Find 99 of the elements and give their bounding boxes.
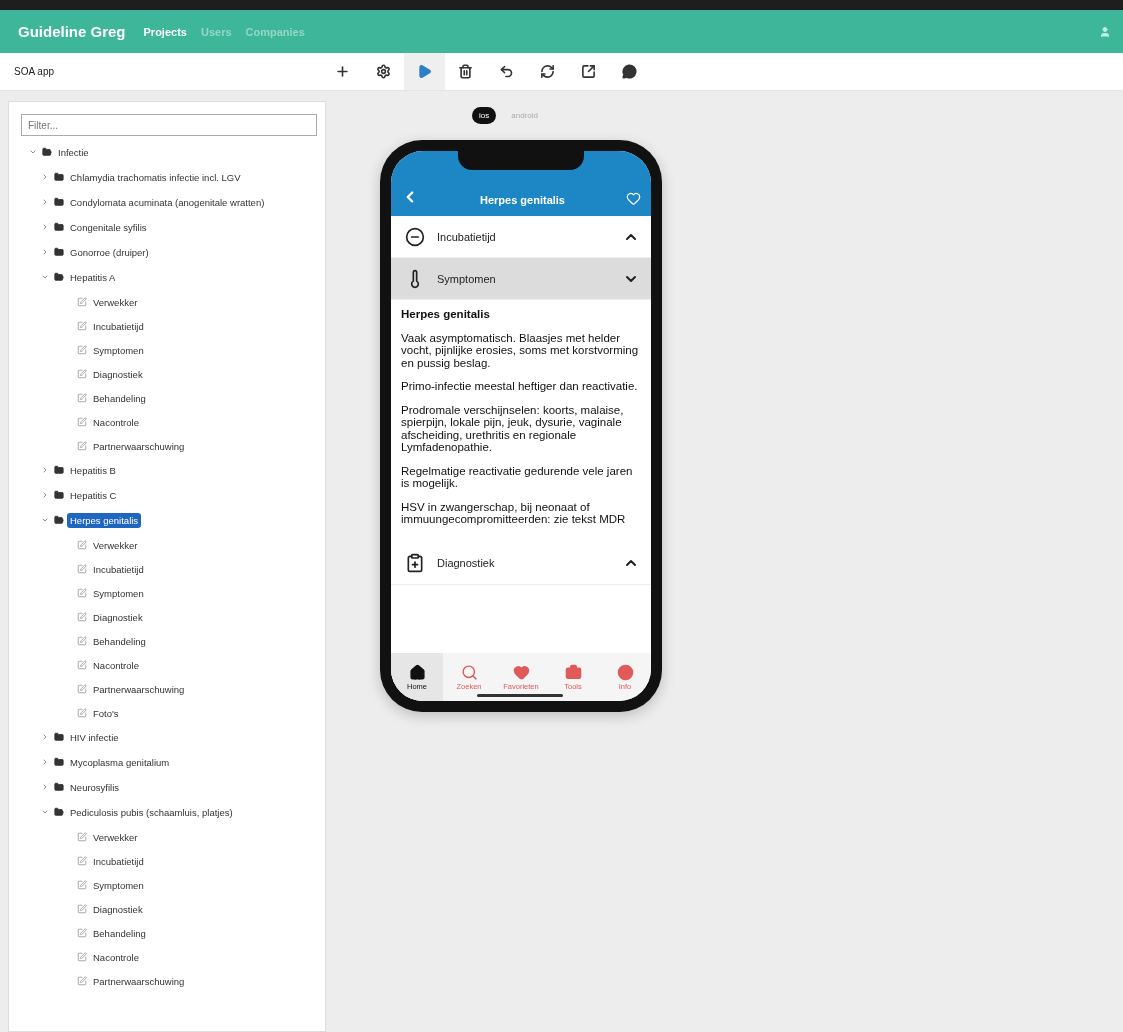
file-icon bbox=[77, 832, 87, 842]
file-icon bbox=[77, 345, 87, 355]
platform-tab[interactable]: ios bbox=[472, 107, 497, 124]
tree-item[interactable]: Behandeling bbox=[90, 634, 149, 649]
add-icon bbox=[335, 64, 350, 79]
file-icon bbox=[77, 393, 87, 403]
file-icon bbox=[77, 297, 87, 307]
project-title: SOA app bbox=[13, 66, 56, 77]
folder-icon bbox=[54, 197, 64, 207]
file-icon bbox=[77, 952, 87, 962]
tree-item[interactable]: Nacontrole bbox=[90, 658, 142, 673]
tree-item[interactable]: Behandeling bbox=[90, 391, 149, 406]
tree-item[interactable]: Behandeling bbox=[90, 926, 149, 941]
heart-icon bbox=[512, 663, 530, 681]
tree-item[interactable]: Incubatietijd bbox=[90, 319, 147, 334]
file-icon bbox=[77, 417, 87, 427]
folder-icon bbox=[54, 272, 64, 282]
file-icon bbox=[77, 636, 87, 646]
info-icon bbox=[616, 663, 634, 681]
tree-item[interactable]: Herpes genitalis bbox=[67, 513, 142, 528]
play-button[interactable] bbox=[404, 53, 445, 90]
user-icon[interactable] bbox=[1099, 25, 1111, 38]
file-icon bbox=[77, 976, 87, 986]
tree-item[interactable]: Neurosyfilis bbox=[67, 780, 123, 795]
tree-item[interactable]: Incubatietijd bbox=[90, 562, 147, 577]
screen-title: Herpes genitalis bbox=[479, 194, 566, 206]
clipboard-icon bbox=[405, 553, 425, 573]
tree-item[interactable]: Symptomen bbox=[90, 343, 147, 358]
content-paragraph: Prodromale verschijnselen: koorts, malaise, spierpijn, lokale pijn, jeuk, dysurie, vaginale afscheiding, urethritis en regionale Lymfadenopathie. bbox=[401, 403, 625, 454]
file-icon bbox=[77, 612, 87, 622]
undo-icon bbox=[499, 64, 514, 79]
tree-item[interactable]: Partnerwaarschuwing bbox=[90, 682, 188, 697]
folder-icon bbox=[54, 222, 64, 232]
tree-item[interactable]: Chlamydia trachomatis infectie incl. LGV bbox=[67, 170, 244, 185]
tree-item[interactable]: Verwekker bbox=[90, 830, 141, 845]
tree-item[interactable]: Diagnostiek bbox=[90, 902, 146, 917]
tree-item[interactable]: Pediculosis pubis (schaamluis, platjes) bbox=[67, 805, 236, 820]
folder-icon bbox=[54, 490, 64, 500]
file-icon bbox=[77, 540, 87, 550]
accordion-header[interactable]: Symptomen bbox=[391, 258, 651, 300]
play-icon bbox=[417, 64, 432, 79]
content-heading: Herpes genitalis bbox=[401, 308, 491, 321]
briefcase-icon bbox=[564, 663, 582, 681]
file-icon bbox=[77, 708, 87, 718]
file-icon bbox=[77, 880, 87, 890]
tree-item[interactable]: Symptomen bbox=[90, 586, 147, 601]
filter-field[interactable]: Filter... bbox=[21, 114, 317, 136]
export-icon bbox=[581, 64, 596, 79]
tree-item[interactable]: Condylomata acuminata (anogenitale wratten) bbox=[67, 195, 268, 210]
tree-item[interactable]: Verwekker bbox=[90, 295, 141, 310]
folder-icon bbox=[54, 782, 64, 792]
tree-item[interactable]: Partnerwaarschuwing bbox=[90, 974, 188, 989]
tree-item[interactable]: Foto's bbox=[90, 706, 122, 721]
folder-icon bbox=[54, 465, 64, 475]
file-icon bbox=[77, 684, 87, 694]
tree-item[interactable]: Hepatitis B bbox=[67, 463, 119, 478]
tree-item[interactable]: Nacontrole bbox=[90, 415, 142, 430]
folder-icon bbox=[54, 807, 64, 817]
folder-icon bbox=[54, 757, 64, 767]
minus-circle-icon bbox=[405, 226, 425, 247]
tree-item[interactable]: Verwekker bbox=[90, 538, 141, 553]
refresh-icon bbox=[540, 64, 555, 79]
tree-item[interactable]: Mycoplasma genitalium bbox=[67, 755, 173, 770]
file-icon bbox=[77, 369, 87, 379]
file-icon bbox=[77, 441, 87, 451]
tree-item[interactable]: Congenitale syfilis bbox=[67, 220, 150, 235]
tree-item[interactable]: Diagnostiek bbox=[90, 610, 146, 625]
tree-item[interactable]: Symptomen bbox=[90, 878, 147, 893]
content-paragraph: Regelmatige reactivatie gedurende vele jaren is mogelijk. bbox=[401, 464, 634, 490]
content-paragraph: Primo-infectie meestal heftiger dan reactivatie. bbox=[401, 380, 639, 393]
tree-item[interactable]: Diagnostiek bbox=[90, 367, 146, 382]
tree-item[interactable]: Infectie bbox=[55, 145, 92, 160]
search-icon bbox=[460, 663, 478, 681]
content-paragraph: HSV in zwangerschap, bij neonaat of immuungecompromitteerden: zie tekst MDR bbox=[401, 500, 627, 526]
folder-icon bbox=[54, 515, 64, 525]
tree-item[interactable]: Hepatitis C bbox=[67, 488, 120, 503]
file-icon bbox=[77, 321, 87, 331]
content-paragraph: Vaak asymptomatisch. Blaasjes met helder vocht, pijnlijke erosies, soms met korstvorming en pussig beslag. bbox=[401, 331, 639, 369]
folder-icon bbox=[54, 247, 64, 257]
folder-icon bbox=[54, 172, 64, 182]
file-icon bbox=[77, 856, 87, 866]
file-icon bbox=[77, 564, 87, 574]
tree-item[interactable]: Incubatietijd bbox=[90, 854, 147, 869]
trash-icon bbox=[458, 64, 473, 79]
tree-item[interactable]: Nacontrole bbox=[90, 950, 142, 965]
file-icon bbox=[77, 660, 87, 670]
tree-item[interactable]: HIV infectie bbox=[67, 730, 122, 745]
settings-icon bbox=[376, 64, 391, 79]
tree-item[interactable]: Gonorroe (druiper) bbox=[67, 245, 152, 260]
home-icon bbox=[408, 663, 426, 681]
file-icon bbox=[77, 588, 87, 598]
folder-icon bbox=[42, 147, 52, 157]
folder-icon bbox=[54, 732, 64, 742]
comment-icon bbox=[622, 64, 637, 79]
tree-item[interactable]: Hepatitis A bbox=[67, 270, 119, 285]
file-icon bbox=[77, 928, 87, 938]
heart-icon[interactable] bbox=[626, 191, 641, 206]
tree-item[interactable]: Partnerwaarschuwing bbox=[90, 439, 188, 454]
file-icon bbox=[77, 904, 87, 914]
